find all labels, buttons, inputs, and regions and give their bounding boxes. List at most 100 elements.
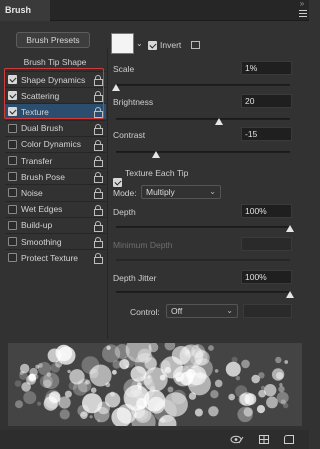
panel-menu-icon[interactable] [299,10,307,17]
brightness-slider-knob[interactable] [214,118,223,125]
control-extra-field [243,304,292,318]
bokeh-dot [14,380,22,387]
lock-icon[interactable] [94,107,103,119]
depth-jitter-slider-track[interactable] [116,291,290,293]
sidebar-item-noise[interactable]: Noise [5,184,106,200]
sidebar-item-color-dynamics[interactable]: Color Dynamics [5,135,106,152]
brightness-input[interactable]: 20 [241,94,292,108]
sidebar-item-shape-dynamics[interactable]: Shape Dynamics [5,71,106,87]
lock-icon[interactable] [94,172,103,184]
bokeh-dot [43,396,58,411]
bokeh-dot [208,406,219,417]
depth-slider-knob[interactable] [286,225,294,232]
sidebar-item-checkbox[interactable] [8,253,17,263]
sidebar-item-label: Shape Dynamics [21,74,86,85]
lock-icon[interactable] [94,188,103,200]
lock-icon[interactable] [94,253,103,265]
brush-presets-button[interactable]: Brush Presets [16,32,90,48]
sidebar-item-checkbox[interactable] [8,237,17,246]
sidebar-item-label: Color Dynamics [21,139,81,150]
bokeh-dot [55,360,63,368]
contrast-slider-knob[interactable] [152,151,161,158]
sidebar-item-checkbox[interactable] [8,204,17,214]
invert-label: Invert [160,40,182,50]
control-select[interactable]: Off ⌄ [166,304,238,318]
bokeh-dot [241,359,250,369]
depth-input[interactable]: 100% [241,204,292,218]
bokeh-dot [235,376,241,381]
grid-icon[interactable] [259,435,269,444]
sidebar-item-brush-pose[interactable]: Brush Pose [5,168,106,184]
lock-icon[interactable] [94,123,103,135]
lock-icon[interactable] [94,220,103,232]
scale-input[interactable]: 1% [241,61,292,75]
texture-pattern-swatch[interactable] [111,33,134,54]
invert-checkbox[interactable] [148,41,157,50]
lock-icon[interactable] [94,204,103,216]
depth-jitter-input[interactable]: 100% [241,270,292,284]
sidebar-item-label: Brush Pose [21,171,65,182]
bokeh-dot [283,402,289,409]
bokeh-dot [15,400,23,409]
sidebar-item-checkbox[interactable] [8,107,17,117]
bokeh-dot [275,356,282,364]
depth-jitter-slider-knob[interactable] [286,291,294,298]
sidebar-item-transfer[interactable]: Transfer [5,152,106,168]
bokeh-dot [134,352,157,375]
sidebar-item-smoothing[interactable]: Smoothing [5,233,106,249]
lock-icon[interactable] [94,91,103,103]
bokeh-dot [239,392,254,407]
sidebar-item-dual-brush[interactable]: Dual Brush [5,119,106,136]
brush-stroke-preview [8,343,302,426]
contrast-input[interactable]: -15 [241,127,292,141]
sidebar-item-scattering[interactable]: Scattering [5,87,106,103]
sidebar-item-label: Texture [21,106,49,117]
bokeh-dot [104,392,121,408]
lock-icon[interactable] [94,75,103,86]
sidebar-item-checkbox[interactable] [8,172,17,182]
new-brush-icon[interactable] [284,435,294,444]
sidebar-item-checkbox[interactable] [8,75,17,84]
bokeh-dot [37,361,52,376]
sidebar-item-checkbox[interactable] [8,220,17,230]
bokeh-dot [210,390,219,399]
bokeh-dot [167,386,174,393]
panel-divider [107,48,108,339]
bokeh-dot [278,385,285,393]
brush-tip-shape-item[interactable]: Brush Tip Shape [8,57,102,67]
scale-slider-knob[interactable] [112,84,120,91]
sidebar-item-checkbox[interactable] [8,188,17,198]
bokeh-dot [89,415,93,419]
contrast-slider-track[interactable] [116,151,290,153]
lock-icon[interactable] [94,156,103,167]
sidebar-item-protect-texture[interactable]: Protect Texture [5,249,106,265]
sidebar-item-checkbox[interactable] [8,139,17,149]
bokeh-dot [188,392,197,400]
sidebar-item-checkbox[interactable] [8,156,17,165]
sidebar-item-checkbox[interactable] [8,91,17,101]
toggle-live-tip-icon[interactable] [230,435,244,444]
new-preset-icon[interactable] [191,41,200,49]
sidebar-item-checkbox[interactable] [8,123,17,133]
bokeh-dot [58,396,71,409]
bokeh-dot [179,344,204,368]
bokeh-dot [23,391,37,405]
texture-each-tip-checkbox[interactable] [113,178,122,187]
tab-brush[interactable]: Brush [0,0,50,21]
sidebar-item-label: Dual Brush [21,123,64,134]
lock-icon[interactable] [94,237,103,248]
bokeh-dot [39,374,53,388]
collapse-icon[interactable]: » [295,0,309,8]
brightness-slider-track[interactable] [116,118,290,120]
bokeh-dot [163,392,188,417]
scale-slider-track[interactable] [116,84,290,86]
mode-select[interactable]: Multiply ⌄ [141,185,221,199]
sidebar-item-wet-edges[interactable]: Wet Edges [5,200,106,217]
pattern-dropdown-icon[interactable]: ⌄ [136,39,143,48]
sidebar-item-texture[interactable]: Texture [5,103,106,120]
lock-icon[interactable] [94,139,103,151]
sidebar-item-build-up[interactable]: Build-up [5,216,106,233]
bokeh-dot [47,348,62,363]
depth-slider-track[interactable] [116,226,290,228]
bokeh-dot [102,344,121,363]
